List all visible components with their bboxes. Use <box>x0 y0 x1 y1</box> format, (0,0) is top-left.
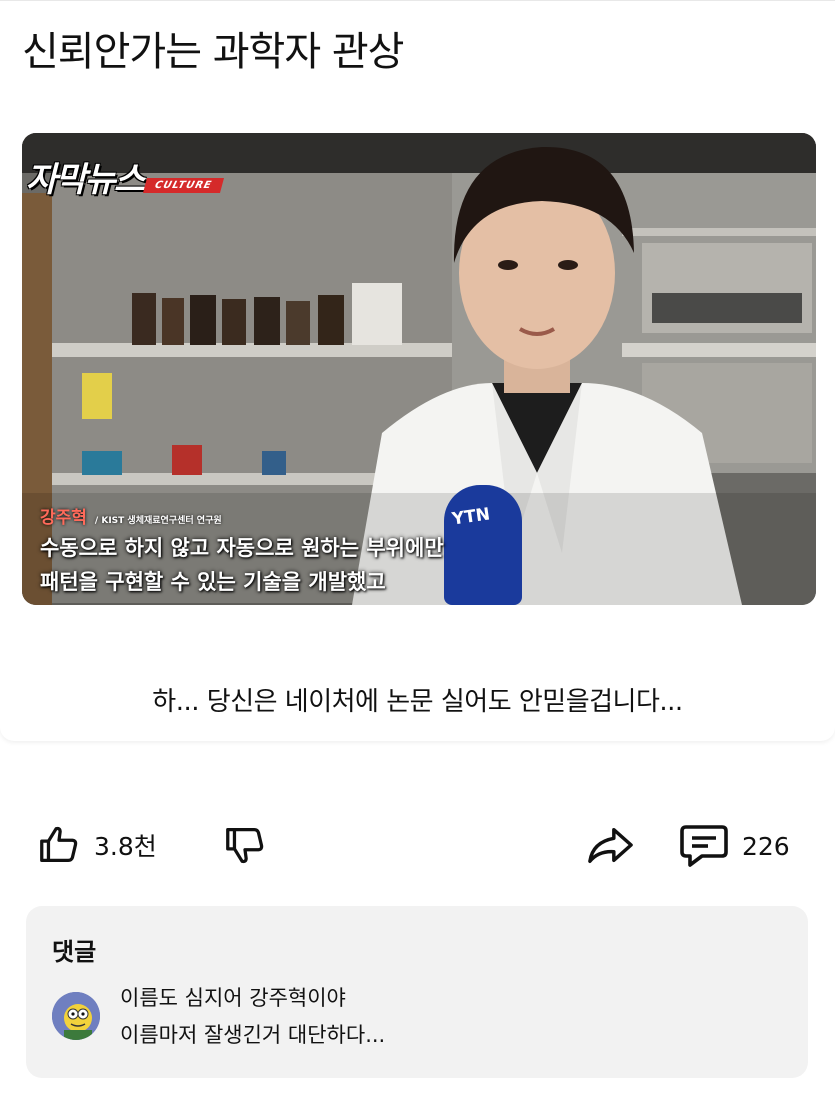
share-button[interactable] <box>584 822 636 868</box>
share-arrow-icon <box>588 827 633 864</box>
like-count: 3.8천 <box>94 832 157 861</box>
post-caption: 하... 당신은 네이처에 논문 실어도 안믿을겁니다... <box>152 687 683 717</box>
subtitle-line: 수동으로 하지 않고 자동으로 원하는 부위에만 <box>40 536 444 560</box>
comments-button[interactable]: 226 <box>678 822 790 870</box>
dislike-button[interactable] <box>222 822 268 868</box>
comments-header: 댓글 <box>52 938 97 966</box>
video-lower-third: 강주혁 / KIST 생체재료연구센터 연구원 수동으로 하지 않고 자동으로 … <box>40 503 816 605</box>
comments-section[interactable]: 댓글 이름도 심지어 강주혁이야 이름마저 잘생긴거 대단하다... <box>26 906 808 1078</box>
action-bar: 3.8천 226 <box>0 812 835 878</box>
speaker-name: 강주혁 <box>40 508 87 528</box>
cartoon-avatar-icon <box>52 992 100 1040</box>
thumbs-down-icon <box>226 828 264 864</box>
post-card: 신뢰안가는 과학자 관상 자막뉴스 CULTURE YTN 강주혁 / KIST… <box>0 0 835 741</box>
culture-tag: CULTURE <box>143 178 224 193</box>
video-thumbnail[interactable]: 자막뉴스 CULTURE YTN 강주혁 / KIST 생체재료연구센터 연구원… <box>22 133 816 605</box>
avatar <box>52 992 100 1040</box>
speaker-affiliation: / KIST 생체재료연구센터 연구원 <box>94 516 222 526</box>
news-program-logo: 자막뉴스 CULTURE <box>26 151 224 200</box>
comment-text-line: 이름도 심지어 강주혁이야 <box>120 986 346 1010</box>
comment-count: 226 <box>742 831 790 861</box>
speaker-row: 강주혁 / KIST 생체재료연구센터 연구원 <box>40 503 816 528</box>
comment-text-line: 이름마저 잘생긴거 대단하다... <box>120 1023 386 1047</box>
subtitle-line: 패턴을 구현할 수 있는 기술을 개발했고 <box>40 570 386 594</box>
like-button[interactable]: 3.8천 <box>36 822 157 868</box>
thumbs-up-icon <box>40 826 78 862</box>
post-title: 신뢰안가는 과학자 관상 <box>22 29 404 75</box>
news-logo-text: 자막뉴스 <box>26 160 145 200</box>
comment-bubble-icon <box>680 825 728 867</box>
